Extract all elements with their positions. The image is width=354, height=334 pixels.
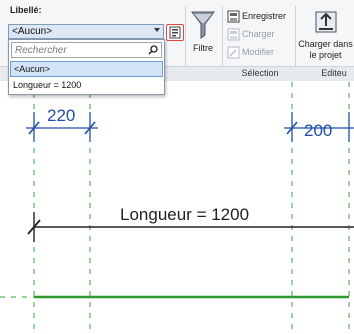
dropdown-item-none[interactable]: <Aucun>	[10, 61, 163, 77]
save-selection-label: Enregistrer	[242, 11, 287, 21]
load-in-project-button[interactable]: Charger dans le projet	[297, 6, 354, 64]
chevron-down-icon	[154, 28, 160, 32]
type-selector-value: <Aucun>	[12, 26, 53, 37]
modify-selection-button[interactable]: Modifier	[227, 46, 297, 61]
type-selector-dropdown: Rechercher <Aucun> Longueur = 1200	[8, 39, 165, 95]
load-in-project-icon	[315, 11, 337, 33]
type-properties-button[interactable]	[166, 24, 184, 41]
filter-label: Filtre	[193, 43, 213, 53]
load-in-project-label: Charger dans le projet	[297, 39, 354, 61]
load-selection-button[interactable]: Charger	[227, 28, 297, 43]
filter-icon	[191, 11, 215, 39]
save-selection-icon	[227, 10, 240, 23]
load-in-project-line1: Charger dans	[298, 39, 353, 49]
drawing-canvas[interactable]: 220 200 Longueur = 1200	[0, 82, 354, 334]
dimension-left-value[interactable]: 220	[47, 106, 75, 126]
modify-selection-icon	[227, 46, 240, 59]
editor-group-label: Editeu	[321, 68, 347, 78]
filter-button[interactable]: Filtre	[188, 7, 218, 63]
dropdown-item-length[interactable]: Longueur = 1200	[10, 78, 163, 94]
load-selection-icon	[227, 28, 240, 41]
save-selection-button[interactable]: Enregistrer	[227, 10, 297, 25]
search-icon	[148, 45, 158, 55]
load-selection-label: Charger	[242, 29, 275, 39]
search-placeholder: Rechercher	[15, 45, 67, 56]
selection-group-label: Sélection	[241, 68, 279, 78]
search-input[interactable]: Rechercher	[11, 42, 162, 58]
type-properties-icon	[169, 26, 181, 39]
label-field-label: Libellé:	[10, 5, 42, 15]
load-in-project-line2: le projet	[309, 50, 342, 60]
length-label[interactable]: Longueur = 1200	[120, 205, 249, 225]
type-selector-combo[interactable]: <Aucun>	[8, 24, 164, 39]
modify-selection-label: Modifier	[242, 47, 275, 57]
dimension-right-value[interactable]: 200	[304, 121, 332, 141]
